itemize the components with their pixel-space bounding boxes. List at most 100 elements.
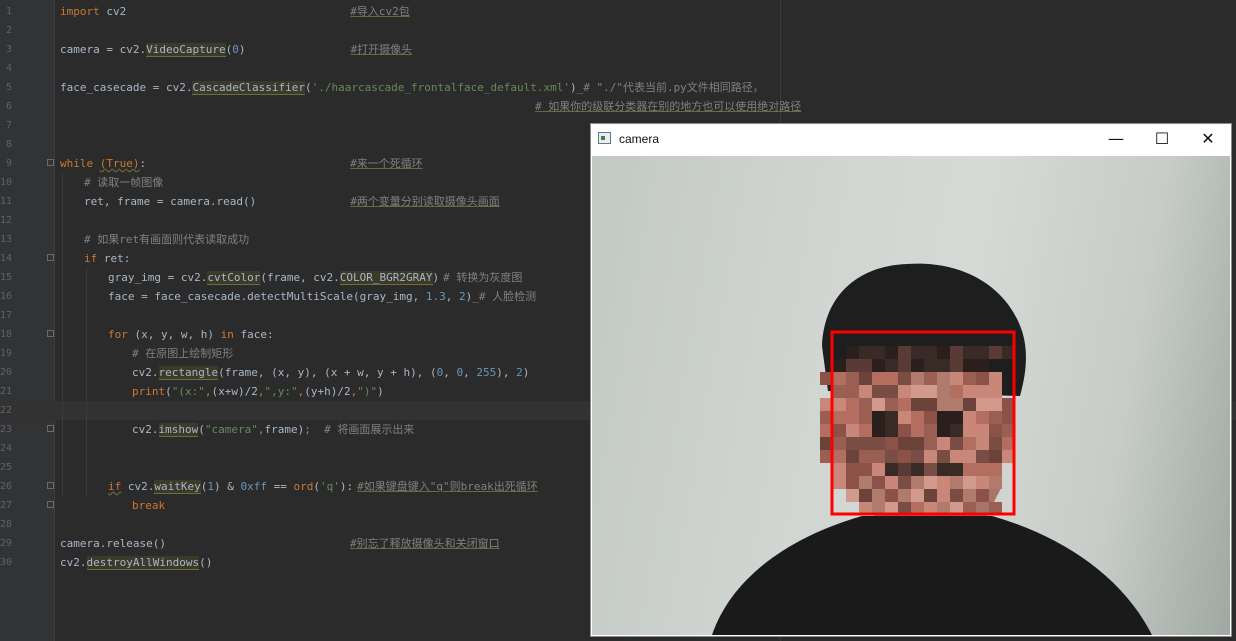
mosaic-tile (898, 476, 911, 489)
indent-guide (62, 173, 63, 496)
mosaic-tile (924, 463, 937, 476)
mosaic-tile (963, 346, 976, 359)
mosaic-tile (872, 372, 885, 385)
mosaic-tile (833, 372, 846, 385)
code-token: if (84, 252, 98, 265)
code-token: (x+w)/2 (211, 385, 258, 398)
line-number: 28 (0, 519, 13, 530)
mosaic-tile (833, 411, 846, 424)
mosaic-tile (963, 398, 976, 411)
mosaic-tile (911, 372, 924, 385)
mosaic-tile (950, 411, 963, 424)
code-token: ) (522, 366, 530, 379)
mosaic-tile (976, 372, 989, 385)
mosaic-tile (976, 437, 989, 450)
mosaic-tile (924, 437, 937, 450)
mosaic-tile (859, 489, 872, 502)
code-token: # 读取一帧图像 (84, 176, 164, 189)
code-text: cv2.rectangle(frame, (x, y), (x + w, y +… (60, 363, 529, 382)
mosaic-tile (950, 372, 963, 385)
mosaic-tile (885, 424, 898, 437)
code-token: #如果键盘键入"q"则break出死循环 (357, 480, 538, 493)
code-text: face = face_casecade.detectMultiScale(gr… (60, 287, 536, 306)
code-token: # 如果ret有画面则代表读取成功 (84, 233, 250, 246)
code-token: #打开摄像头 (350, 43, 413, 56)
mosaic-tile (989, 424, 1002, 437)
code-text: camera = cv2.VideoCapture(0) #打开摄像头 (60, 40, 412, 59)
close-button[interactable]: ✕ (1185, 124, 1231, 155)
code-token: cv2. (132, 366, 159, 379)
mosaic-tile (846, 398, 859, 411)
mosaic-tile (989, 346, 1002, 359)
code-token: camera.release() (60, 537, 166, 550)
mosaic-tile (898, 437, 911, 450)
fold-marker-icon[interactable] (47, 501, 54, 508)
mosaic-tile (898, 424, 911, 437)
code-token: (frame, (x, y), (x + w, y + h), ( (218, 366, 437, 379)
mosaic-tile (846, 489, 859, 502)
mosaic-tile (859, 385, 872, 398)
code-token: ): (339, 480, 354, 493)
mosaic-tile (898, 463, 911, 476)
maximize-button[interactable]: ☐ (1139, 124, 1185, 155)
code-token: (frame, cv2. (260, 271, 340, 284)
code-token: ), (496, 366, 517, 379)
mosaic-tile (937, 424, 950, 437)
minimize-button[interactable]: — (1093, 124, 1139, 155)
mosaic-tile (976, 359, 989, 372)
line-number: 18 (0, 329, 13, 340)
mosaic-tile (950, 346, 963, 359)
mosaic-tile (833, 398, 846, 411)
code-token: # 人脸检测 (478, 290, 537, 303)
camera-title-bar[interactable]: camera — ☐ ✕ (591, 124, 1231, 155)
code-token: _ (472, 290, 479, 303)
fold-marker-icon[interactable] (47, 482, 54, 489)
code-token: 1 (207, 480, 214, 493)
fold-marker-icon[interactable] (47, 425, 54, 432)
code-token: ret, frame = camera.read() (84, 195, 257, 208)
mosaic-tile (846, 346, 859, 359)
mosaic-tile (924, 359, 937, 372)
mosaic-tile (989, 411, 1002, 424)
code-token: #别忘了释放摄像头和关闭窗口 (349, 537, 500, 550)
indent-guide (86, 268, 87, 496)
mosaic-tile (911, 476, 924, 489)
code-line[interactable]: 1 import cv2 #导入cv2包 (0, 2, 1236, 21)
code-token: ) & (213, 480, 241, 493)
fold-marker-icon[interactable] (47, 254, 54, 261)
code-line[interactable]: 6 # 如果你的级联分类器在别的地方也可以使用绝对路径 (0, 97, 1236, 116)
mosaic-tile (963, 450, 976, 463)
code-token: face = face_casecade.detectMultiScale(gr… (108, 290, 426, 303)
code-text: gray_img = cv2.cvtColor(frame, cv2.COLOR… (60, 268, 522, 287)
code-token: in (220, 328, 234, 341)
line-number: 15 (0, 272, 13, 283)
mosaic-tile (872, 489, 885, 502)
code-token: cv2. (60, 556, 87, 569)
code-token: ( (165, 385, 172, 398)
code-token: 0xff (240, 480, 267, 493)
mosaic-tile (846, 450, 859, 463)
code-token: 2 (459, 290, 466, 303)
code-token: ( (305, 81, 312, 94)
code-token: ( (198, 423, 205, 436)
mosaic-tile (937, 476, 950, 489)
mosaic-tile (898, 450, 911, 463)
mosaic-tile (846, 476, 859, 489)
mosaic-tile (937, 346, 950, 359)
mosaic-tile (937, 450, 950, 463)
line-number: 30 (0, 557, 13, 568)
mosaic-tile (963, 463, 976, 476)
mosaic-tile (885, 450, 898, 463)
mosaic-tile (898, 398, 911, 411)
camera-window[interactable]: camera — ☐ ✕ (590, 123, 1232, 637)
mosaic-tile (950, 489, 963, 502)
code-line[interactable]: 3 camera = cv2.VideoCapture(0) #打开摄像头 (0, 40, 1236, 59)
code-token: cv2 (99, 5, 127, 18)
code-line[interactable]: 5 face_casecade = cv2.CascadeClassifier('… (0, 78, 1236, 97)
fold-marker-icon[interactable] (47, 159, 54, 166)
fold-marker-icon[interactable] (47, 330, 54, 337)
code-text: while (True): #来一个死循环 (60, 154, 423, 173)
code-text: import cv2 #导入cv2包 (60, 2, 410, 21)
code-line[interactable]: 4 (0, 59, 1236, 78)
code-line[interactable]: 2 (0, 21, 1236, 40)
